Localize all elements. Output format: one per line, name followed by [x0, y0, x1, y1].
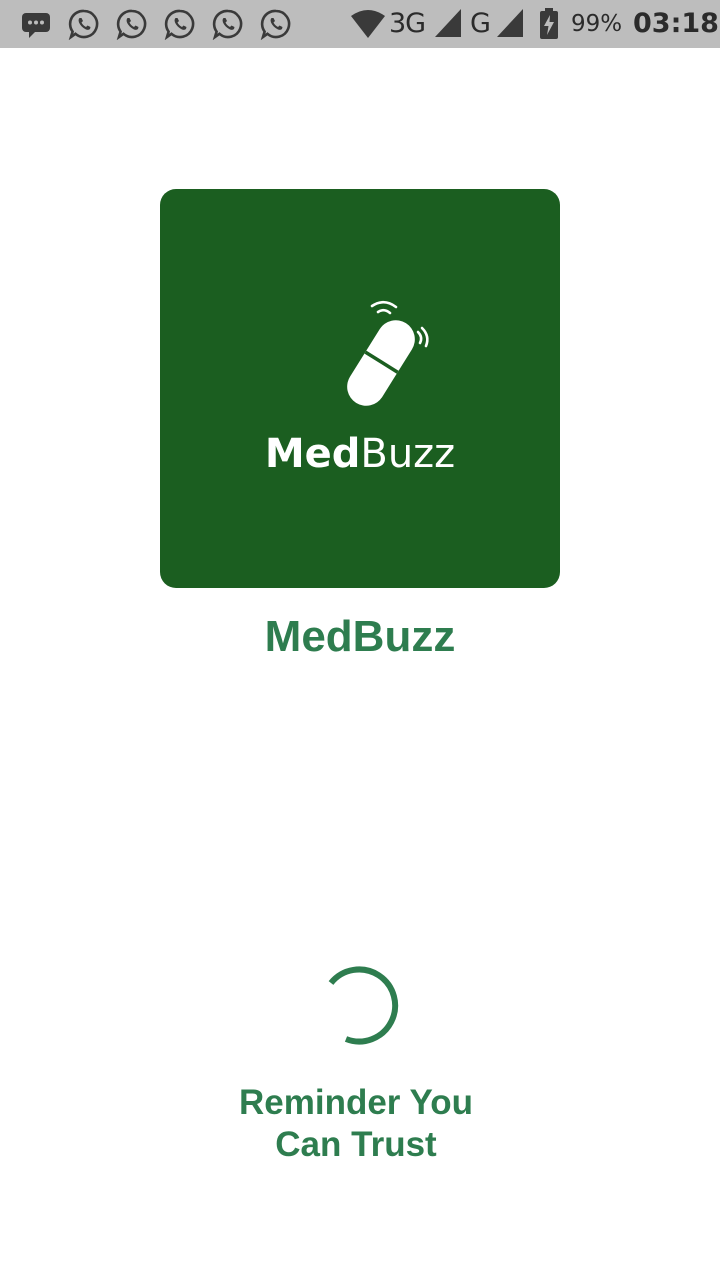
wifi-icon — [351, 10, 385, 38]
signal-strength-icon — [497, 9, 523, 37]
tagline-line-2: Can Trust — [275, 1125, 437, 1164]
clock: 03:18 — [633, 8, 719, 39]
app-title: MedBuzz — [264, 612, 456, 661]
network-type-g: G — [470, 8, 491, 39]
status-bar: 3G G 99% 03:18 — [0, 0, 720, 48]
messages-icon — [22, 13, 50, 38]
whatsapp-icon — [68, 9, 99, 40]
logo-wordmark-bold: Med — [264, 431, 361, 477]
network-type-3g: 3G — [389, 8, 426, 39]
whatsapp-icon — [212, 9, 243, 40]
whatsapp-icon — [260, 9, 291, 40]
whatsapp-icon — [164, 9, 195, 40]
battery-percentage: 99% — [571, 11, 623, 37]
tagline-line-1: Reminder You — [238, 1083, 474, 1122]
battery-charging-icon — [540, 8, 558, 39]
signal-strength-icon — [435, 9, 461, 37]
pill-vibrating-icon — [347, 300, 429, 406]
whatsapp-icon — [116, 9, 147, 40]
tagline: Reminder You Can Trust — [0, 1082, 712, 1166]
logo-wordmark-light: Buzz — [360, 431, 456, 477]
loading-spinner — [328, 966, 399, 1045]
logo-wordmark: MedBuzz — [160, 430, 560, 478]
